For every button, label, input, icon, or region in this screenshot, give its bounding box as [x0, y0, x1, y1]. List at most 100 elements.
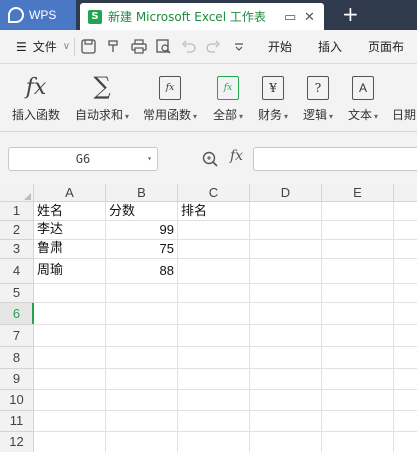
all-functions-label: 全部: [213, 108, 238, 122]
restore-window-icon[interactable]: ▭: [284, 10, 296, 25]
select-all-corner[interactable]: [0, 184, 34, 202]
gridline: [34, 324, 417, 325]
fx-icon[interactable]: fx: [230, 148, 243, 164]
formula-input[interactable]: [253, 147, 417, 171]
text-functions-button[interactable]: A 文本 ▾: [348, 72, 378, 123]
cell-a2[interactable]: 李达: [34, 221, 105, 239]
spreadsheet-grid[interactable]: A B C D E 1 2 3 4 5 6 7 8 9 10 11 12 姓名 …: [0, 184, 417, 452]
common-functions-button[interactable]: fx 常用函数 ▾: [143, 72, 197, 123]
chevron-down-icon: ▾: [239, 112, 244, 121]
hamburger-icon: ☰: [16, 39, 27, 54]
column-header-a[interactable]: A: [34, 184, 106, 202]
finance-icon: ¥: [262, 76, 285, 100]
gridline: [34, 389, 417, 390]
row-header-11[interactable]: 11: [0, 411, 34, 432]
cell-a3[interactable]: 鲁肃: [34, 240, 105, 258]
row-header-3[interactable]: 3: [0, 240, 34, 259]
gridline: [393, 202, 394, 452]
document-tab[interactable]: S 新建 Microsoft Excel 工作表 ▭ ✕: [80, 3, 324, 30]
print-icon[interactable]: [131, 39, 147, 55]
cell-b1[interactable]: 分数: [106, 203, 177, 221]
sigma-icon: ∑: [93, 72, 111, 100]
finance-button[interactable]: ¥ 财务 ▾: [258, 72, 288, 123]
row-header-7[interactable]: 7: [0, 325, 34, 347]
all-functions-icon: fx: [217, 76, 240, 100]
fx-icon: fx: [25, 75, 47, 100]
column-header-e[interactable]: E: [322, 184, 394, 202]
chevron-down-icon[interactable]: ▾: [147, 154, 152, 163]
customize-toolbar-icon[interactable]: [231, 39, 247, 55]
row-header-8[interactable]: 8: [0, 347, 34, 369]
gridline: [321, 202, 322, 452]
finance-label: 财务: [258, 108, 283, 122]
close-tab-icon[interactable]: ✕: [304, 10, 315, 25]
column-header-c[interactable]: C: [178, 184, 250, 202]
file-menu-label: 文件: [32, 40, 57, 54]
all-functions-button[interactable]: fx 全部 ▾: [213, 72, 243, 123]
logic-icon: ?: [307, 76, 330, 100]
row-header-10[interactable]: 10: [0, 390, 34, 411]
letter-a-glyph: A: [359, 81, 368, 95]
format-painter-icon[interactable]: [106, 39, 122, 55]
date-functions-label: 日期: [392, 108, 417, 122]
redo-icon[interactable]: [206, 39, 222, 55]
formula-bar: G6 ▾ fx: [0, 132, 417, 184]
common-functions-icon: fx: [159, 76, 182, 100]
insert-function-button[interactable]: fx 插入函数: [12, 72, 60, 123]
cell-c1[interactable]: 排名: [178, 203, 249, 221]
logic-label: 逻辑: [303, 108, 328, 122]
autosum-button[interactable]: ∑ 自动求和 ▾: [75, 72, 129, 123]
chevron-down-icon: ▾: [125, 112, 130, 121]
cell-b2[interactable]: 99: [106, 221, 177, 239]
save-icon[interactable]: [81, 39, 97, 55]
file-menu-button[interactable]: ☰ 文件 ∨: [0, 38, 74, 55]
title-bar: WPS S 新建 Microsoft Excel 工作表 ▭ ✕ +: [0, 0, 417, 30]
tab-insert[interactable]: 插入: [305, 38, 355, 55]
gridline: [34, 283, 417, 284]
column-header-d[interactable]: D: [250, 184, 322, 202]
row-header-4[interactable]: 4: [0, 259, 34, 284]
row-header-5[interactable]: 5: [0, 284, 34, 303]
common-functions-label: 常用函数: [143, 108, 192, 122]
cell-a4[interactable]: 周瑜: [34, 260, 105, 282]
cell-a1[interactable]: 姓名: [34, 203, 105, 221]
chevron-down-icon: ▾: [329, 112, 334, 121]
chevron-down-icon: ▾: [284, 112, 289, 121]
fx-small-icon: fx: [165, 83, 175, 93]
new-tab-button[interactable]: +: [342, 2, 359, 26]
formula-ribbon: fx 插入函数 ∑ 自动求和 ▾ fx 常用函数 ▾ fx 全部 ▾ ¥ 财务 ▾ ? …: [0, 64, 417, 132]
row-header-12[interactable]: 12: [0, 432, 34, 452]
print-preview-icon[interactable]: [156, 39, 172, 55]
document-tab-label: 新建 Microsoft Excel 工作表: [108, 10, 266, 24]
gridline: [34, 258, 417, 259]
gridline: [249, 202, 250, 452]
logic-button[interactable]: ? 逻辑 ▾: [303, 72, 333, 123]
column-header-row: A B C D E: [0, 184, 417, 202]
cell-b4[interactable]: 88: [106, 260, 177, 282]
cell-b3[interactable]: 75: [106, 240, 177, 258]
row-header-6[interactable]: 6: [0, 303, 34, 325]
menu-tabs: 开始 插入 页面布: [255, 38, 417, 55]
undo-icon[interactable]: [181, 39, 197, 55]
fx-green-icon: fx: [223, 83, 233, 93]
wps-home-tab[interactable]: WPS: [0, 0, 76, 30]
text-functions-label: 文本: [348, 108, 373, 122]
column-header-b[interactable]: B: [106, 184, 178, 202]
wps-logo-icon: [8, 7, 24, 23]
chevron-down-icon: ∨: [62, 41, 71, 52]
row-header-1[interactable]: 1: [0, 202, 34, 221]
row-header-2[interactable]: 2: [0, 221, 34, 240]
quick-access-toolbar: [73, 37, 247, 56]
zoom-icon[interactable]: [202, 151, 219, 170]
text-icon: A: [352, 76, 375, 100]
tab-page-layout[interactable]: 页面布: [355, 38, 417, 55]
row-header-9[interactable]: 9: [0, 369, 34, 390]
tab-home[interactable]: 开始: [255, 38, 305, 55]
yen-glyph: ¥: [269, 81, 277, 95]
spreadsheet-icon: S: [88, 9, 102, 24]
column-header-f[interactable]: [394, 184, 417, 202]
date-functions-button[interactable]: 日期: [392, 72, 416, 123]
wps-tab-label: WPS: [29, 8, 57, 22]
name-box[interactable]: G6 ▾: [8, 147, 158, 171]
menu-bar: ☰ 文件 ∨ 开始 插入 页面布: [0, 30, 417, 64]
